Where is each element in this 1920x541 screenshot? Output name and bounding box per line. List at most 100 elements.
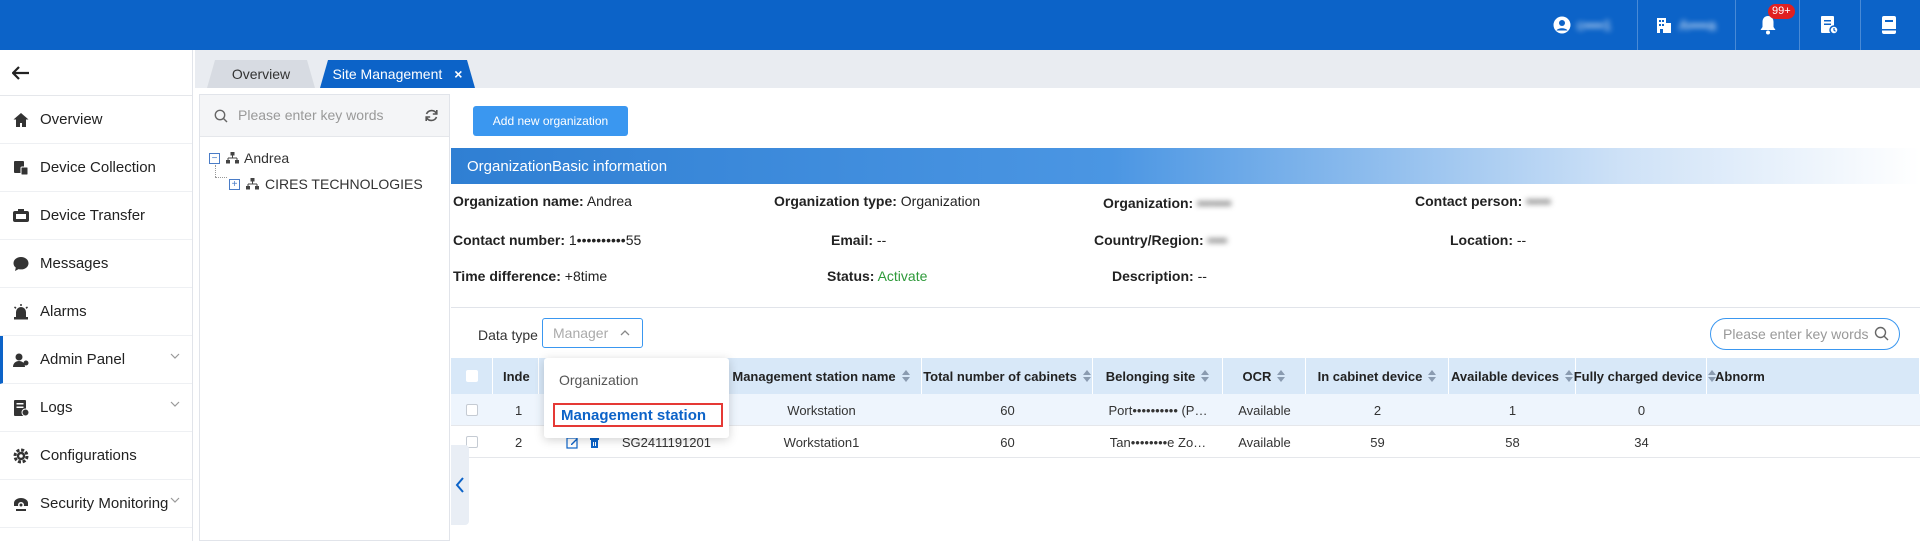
user-name: c••••1 (1577, 17, 1612, 33)
report-icon (1821, 16, 1839, 35)
tree-search-input[interactable]: Please enter key words (200, 95, 449, 137)
org-tree-icon (246, 178, 259, 190)
search-icon (214, 109, 228, 123)
data-type-dropdown: Organization Management station (544, 358, 729, 438)
sidebar-item-label: Admin Panel (40, 351, 126, 368)
field-organization: Organization: ••••••• (1103, 195, 1232, 211)
sort-icon[interactable] (1082, 370, 1091, 382)
sidebar-item-label: Configurations (40, 447, 137, 464)
field-contact-number: Contact number: 1••••••••••55 (453, 232, 642, 248)
chevron-down-icon (170, 401, 180, 407)
sidebar-item-configurations[interactable]: Configurations (0, 432, 192, 480)
tree-search-placeholder: Please enter key words (238, 107, 384, 123)
close-icon[interactable]: × (454, 66, 462, 82)
sidebar-item-messages[interactable]: Messages (0, 240, 192, 288)
main-content: Add new organization OrganizationBasic i… (451, 94, 1920, 541)
cell-fully-charged: 0 (1637, 402, 1646, 418)
search-icon[interactable] (1874, 326, 1889, 341)
field-organization-name: Organization name: Andrea (453, 193, 632, 209)
select-all-checkbox[interactable] (451, 358, 493, 394)
row-checkbox[interactable] (466, 404, 478, 416)
sort-icon[interactable] (901, 370, 910, 382)
top-bar: c••••1 A••••a 99+ (0, 0, 1920, 50)
cell-available: 58 (1505, 434, 1520, 450)
cell-fully-charged: 34 (1634, 434, 1649, 450)
checkbox[interactable] (465, 370, 478, 382)
manual-button[interactable] (1880, 0, 1898, 50)
field-status: Status: Activate (827, 268, 928, 284)
gear-icon (10, 445, 32, 467)
logs-icon (10, 397, 32, 419)
column-header-belonging-site[interactable]: Belonging site (1093, 358, 1223, 394)
column-header-abnormal[interactable]: Abnorm (1707, 358, 1920, 394)
add-organization-button[interactable]: Add new organization (473, 106, 628, 136)
column-header-fully-charged[interactable]: Fully charged device (1574, 358, 1717, 394)
cell-station-name: Workstation1 (783, 434, 860, 450)
arrow-left-icon (12, 65, 29, 80)
sort-icon[interactable] (1564, 370, 1573, 382)
organization-name: A••••a (1679, 17, 1716, 33)
collapse-icon[interactable]: − (209, 152, 220, 164)
column-header-index[interactable]: Inde (493, 358, 539, 394)
dropdown-option-management-station[interactable]: Management station (553, 403, 723, 427)
cell-ocr: Available (1238, 402, 1291, 418)
data-type-placeholder: Manager (553, 325, 609, 341)
table-search-input[interactable]: Please enter key words (1710, 318, 1900, 350)
message-icon (10, 253, 32, 275)
org-tree-icon (226, 152, 239, 164)
user-icon (1553, 16, 1571, 34)
user-menu[interactable]: c••••1 (1553, 0, 1611, 50)
sidebar-item-alarms[interactable]: Alarms (0, 288, 192, 336)
expand-icon[interactable]: + (229, 178, 240, 190)
organization-menu[interactable]: A••••a (1655, 0, 1716, 50)
sidebar-item-device-collection[interactable]: Device Collection (0, 144, 192, 192)
tab-label: Overview (231, 66, 291, 82)
tab-label: Site Management (332, 66, 443, 82)
sidebar-item-device-transfer[interactable]: Device Transfer (0, 192, 192, 240)
tab-overview[interactable]: Overview (207, 60, 315, 88)
tab-site-management[interactable]: Site Management × (320, 60, 475, 88)
sort-icon[interactable] (1277, 370, 1286, 382)
column-header-cabinets[interactable]: Total number of cabinets (922, 358, 1093, 394)
column-header-ocr[interactable]: OCR (1223, 358, 1306, 394)
cell-cabinets: 60 (1000, 402, 1015, 418)
column-header-station-name[interactable]: Management station name (721, 358, 922, 394)
column-header-in-cabinet[interactable]: In cabinet device (1306, 358, 1449, 394)
sidebar-item-label: Alarms (40, 303, 87, 320)
dropdown-option-organization[interactable]: Organization (559, 372, 638, 388)
notification-badge: 99+ (1768, 4, 1795, 19)
table-search-placeholder: Please enter key words (1723, 326, 1869, 342)
sidebar-item-label: Overview (40, 111, 103, 128)
task-report-button[interactable] (1819, 0, 1839, 50)
sort-icon[interactable] (1201, 370, 1210, 382)
sidebar: Overview Device Collection Device Transf… (0, 50, 193, 541)
sidebar-item-logs[interactable]: Logs (0, 384, 192, 432)
sort-icon[interactable] (1428, 370, 1437, 382)
tree-node-root[interactable]: − Andrea (209, 150, 289, 166)
data-type-label: Data type (478, 327, 538, 343)
data-type-select[interactable]: Manager (542, 318, 643, 348)
cell-available: 1 (1508, 402, 1517, 418)
cell-belonging-site: Port•••••••••• (P… (1108, 402, 1208, 418)
sidebar-item-security-monitoring[interactable]: Security Monitoring (0, 480, 192, 528)
collapse-tree-button[interactable] (451, 445, 469, 525)
building-icon (1657, 18, 1671, 33)
sidebar-item-label: Device Collection (40, 159, 156, 176)
field-organization-type: Organization type: Organization (774, 193, 981, 209)
tree-node-label: CIRES TECHNOLOGIES (265, 176, 423, 192)
field-description: Description: -- (1112, 268, 1207, 284)
sidebar-item-label: Device Transfer (40, 207, 146, 224)
cell-ocr: Available (1238, 434, 1291, 450)
column-header-available[interactable]: Available devices (1449, 358, 1576, 394)
cell-in-cabinet: 59 (1370, 434, 1385, 450)
field-email: Email: -- (831, 232, 887, 248)
section-title: OrganizationBasic information (451, 148, 1920, 184)
collapse-sidebar-button[interactable] (0, 50, 192, 96)
refresh-icon[interactable] (424, 108, 439, 123)
tree-node-child[interactable]: + CIRES TECHNOLOGIES (229, 176, 423, 192)
sidebar-item-admin-panel[interactable]: Admin Panel (0, 336, 192, 384)
cell-cabinets: 60 (1000, 434, 1015, 450)
sidebar-item-overview[interactable]: Overview (0, 96, 192, 144)
chevron-up-icon (620, 330, 630, 336)
field-country-region: Country/Region: •••• (1094, 232, 1228, 248)
